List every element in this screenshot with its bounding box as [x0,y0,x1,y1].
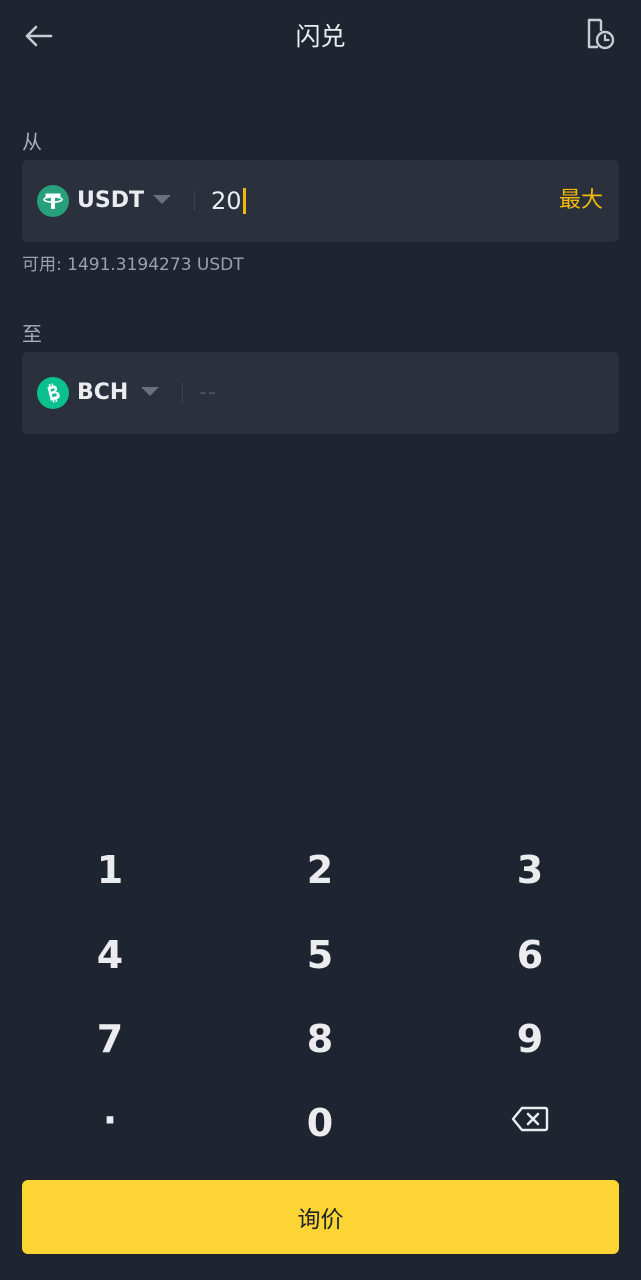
key-decimal[interactable]: · [5,1078,215,1162]
divider [182,383,183,403]
bitcoin-cash-icon[interactable] [37,377,69,409]
available-balance: 可用: 1491.3194273 USDT [22,255,244,275]
key-9[interactable]: 9 [425,997,635,1081]
from-amount-input[interactable]: 20 [211,184,246,218]
to-input-card: BCH -- [22,352,619,434]
history-clock-icon [587,18,615,50]
to-coin-symbol[interactable]: BCH [77,379,128,407]
chevron-down-icon[interactable] [153,195,171,204]
page-title: 闪兑 [295,22,346,51]
text-cursor [242,188,246,214]
key-1[interactable]: 1 [5,828,215,912]
key-5[interactable]: 5 [215,913,425,997]
numeric-keypad: 1 2 3 4 5 6 7 8 9 · 0 [0,828,641,1164]
chevron-down-icon[interactable] [141,387,159,396]
to-label: 至 [22,322,42,346]
key-8[interactable]: 8 [215,997,425,1081]
to-amount-output: -- [199,380,217,405]
history-button[interactable] [580,14,620,54]
max-button[interactable]: 最大 [559,186,603,216]
key-0[interactable]: 0 [215,1081,425,1165]
from-input-card: USDT 20 最大 [22,160,619,242]
backspace-icon [511,1106,549,1132]
from-label: 从 [22,130,42,154]
from-coin-symbol[interactable]: USDT [77,187,144,215]
top-bar: 闪兑 [0,0,641,76]
get-quote-button[interactable]: 询价 [22,1180,619,1254]
key-7[interactable]: 7 [5,997,215,1081]
key-2[interactable]: 2 [215,828,425,912]
tether-icon[interactable] [37,185,69,217]
key-3[interactable]: 3 [425,828,635,912]
key-4[interactable]: 4 [5,913,215,997]
from-amount-value: 20 [211,187,242,215]
key-6[interactable]: 6 [425,913,635,997]
backspace-button[interactable] [425,1077,635,1161]
divider [194,191,195,211]
